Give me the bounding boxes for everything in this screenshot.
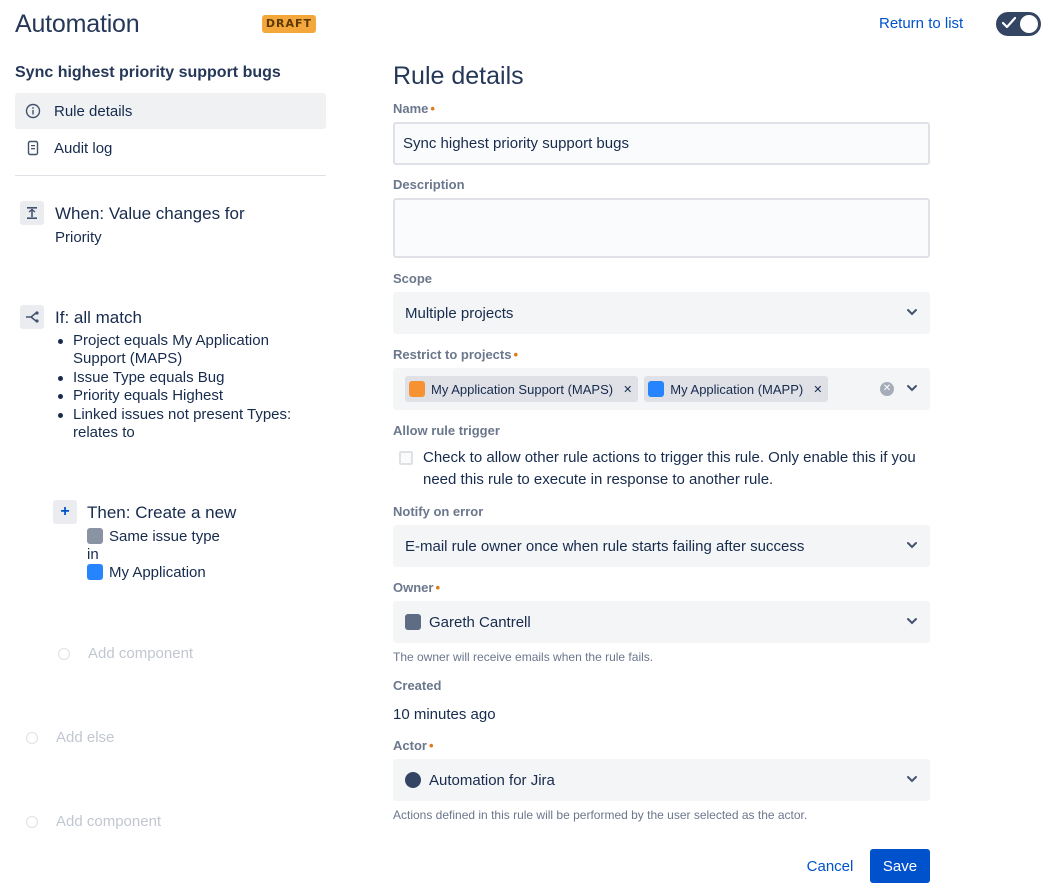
owner-value: Gareth Cantrell <box>429 613 531 631</box>
condition-list: Project equals My Application Support (M… <box>55 332 325 442</box>
condition-item: Priority equals Highest <box>55 387 325 405</box>
toggle-knob <box>1020 15 1038 33</box>
add-circle-icon <box>26 731 38 744</box>
action-title[interactable]: Then: Create a new <box>87 503 236 523</box>
sidebar-item-label: Audit log <box>54 139 113 157</box>
add-else-button[interactable]: Add else <box>26 729 114 746</box>
owner-select[interactable]: Gareth Cantrell <box>393 601 930 643</box>
condition-title[interactable]: If: all match <box>55 308 142 328</box>
app-title: Automation <box>15 10 140 38</box>
project-tag: My Application Support (MAPS) ✕ <box>405 376 639 402</box>
add-circle-icon <box>26 815 38 828</box>
name-label: Name • <box>393 101 435 116</box>
trigger-icon[interactable] <box>20 201 44 225</box>
add-component-button[interactable]: Add component <box>58 645 193 662</box>
trigger-detail: Priority <box>55 229 102 246</box>
document-icon <box>25 140 41 156</box>
project-tag-label: My Application (MAPP) <box>670 381 804 397</box>
action-issue-type: Same issue type <box>87 528 220 545</box>
chevron-down-icon <box>907 385 917 392</box>
chevron-down-icon <box>907 618 917 625</box>
return-to-list-link[interactable]: Return to list <box>879 15 963 32</box>
project-icon <box>409 381 425 397</box>
restrict-projects-label: Restrict to projects • <box>393 347 519 362</box>
actor-label: Actor • <box>393 738 434 753</box>
rule-enabled-toggle[interactable] <box>996 12 1041 36</box>
chevron-down-icon <box>907 309 917 316</box>
allow-trigger-checkbox[interactable] <box>399 451 413 465</box>
sidebar-item-audit-log[interactable]: Audit log <box>15 130 326 166</box>
allow-trigger-label: Allow rule trigger <box>393 423 500 438</box>
project-cloud-icon <box>87 564 103 580</box>
name-field[interactable]: Sync highest priority support bugs <box>393 122 930 165</box>
scope-select[interactable]: Multiple projects <box>393 292 930 334</box>
remove-tag-icon[interactable]: ✕ <box>623 383 632 396</box>
notify-on-error-select[interactable]: E-mail rule owner once when rule starts … <box>393 525 930 567</box>
action-project-label: My Application <box>109 564 206 581</box>
add-component-button[interactable]: Add component <box>26 813 161 830</box>
condition-item: Issue Type equals Bug <box>55 369 325 387</box>
project-cloud-icon <box>648 381 665 397</box>
actor-select[interactable]: Automation for Jira <box>393 759 930 801</box>
action-connector: in <box>87 546 99 563</box>
name-value: Sync highest priority support bugs <box>403 135 629 152</box>
chevron-down-icon <box>907 542 917 549</box>
sidebar-item-label: Rule details <box>54 102 133 120</box>
project-tag: My Application (MAPP) ✕ <box>644 376 829 402</box>
sidebar-rule-name: Sync highest priority support bugs <box>15 64 281 81</box>
issue-type-icon <box>87 528 103 544</box>
notify-on-error-label: Notify on error <box>393 504 484 519</box>
condition-item: Linked issues not present Types: relates… <box>55 406 325 443</box>
remove-tag-icon[interactable]: ✕ <box>813 383 822 396</box>
save-button[interactable]: Save <box>870 849 930 883</box>
description-field[interactable] <box>393 198 930 258</box>
action-project: My Application <box>87 564 206 581</box>
owner-helper-text: The owner will receive emails when the r… <box>393 650 654 664</box>
info-icon <box>25 103 41 119</box>
scope-value: Multiple projects <box>405 304 514 322</box>
add-else-label: Add else <box>56 729 115 746</box>
created-value: 10 minutes ago <box>393 706 496 723</box>
clear-icon[interactable]: ✕ <box>880 382 894 396</box>
created-label: Created <box>393 678 442 693</box>
restrict-projects-select[interactable]: My Application Support (MAPS) ✕ My Appli… <box>393 368 930 410</box>
description-label: Description <box>393 177 465 192</box>
owner-label: Owner • <box>393 580 441 595</box>
add-circle-icon <box>58 647 70 660</box>
chevron-down-icon <box>907 776 917 783</box>
project-tag-label: My Application Support (MAPS) <box>431 381 614 397</box>
actor-value: Automation for Jira <box>429 771 555 789</box>
avatar <box>405 614 421 630</box>
condition-item: Project equals My Application Support (M… <box>55 332 325 369</box>
allow-trigger-text: Check to allow other rule actions to tri… <box>423 449 916 488</box>
add-component-label: Add component <box>56 813 162 830</box>
status-badge: DRAFT <box>262 15 316 33</box>
add-component-label: Add component <box>88 645 194 662</box>
notify-value: E-mail rule owner once when rule starts … <box>405 537 805 555</box>
actor-helper-text: Actions defined in this rule will be per… <box>393 808 808 822</box>
cancel-button[interactable]: Cancel <box>798 849 862 883</box>
add-action-icon[interactable]: + <box>53 500 77 524</box>
page-title: Rule details <box>393 62 524 90</box>
trigger-title[interactable]: When: Value changes for <box>55 204 245 224</box>
check-icon <box>1002 16 1016 29</box>
scope-label: Scope <box>393 271 433 286</box>
condition-branch-icon[interactable] <box>20 305 44 329</box>
sidebar-item-rule-details[interactable]: Rule details <box>15 93 326 129</box>
action-issue-type-label: Same issue type <box>109 528 220 545</box>
avatar <box>405 772 421 788</box>
sidebar-divider <box>15 175 326 176</box>
